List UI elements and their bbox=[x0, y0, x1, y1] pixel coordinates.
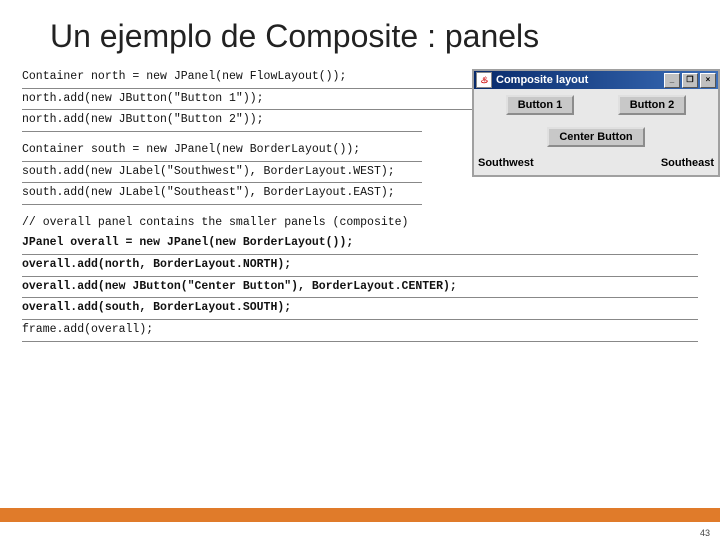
center-button[interactable]: Center Button bbox=[547, 127, 644, 147]
slide-title: Un ejemplo de Composite : panels bbox=[0, 0, 720, 67]
spacer bbox=[22, 205, 698, 213]
swing-window: ♨ Composite layout _ ❐ × Button 1 Button… bbox=[472, 69, 720, 177]
north-panel: Button 1 Button 2 bbox=[474, 89, 718, 121]
window-body: Button 1 Button 2 Center Button Southwes… bbox=[474, 89, 718, 175]
south-panel: Southwest Southeast bbox=[474, 153, 718, 175]
window-title: Composite layout bbox=[496, 74, 588, 86]
code-line: overall.add(south, BorderLayout.SOUTH); bbox=[22, 298, 698, 320]
maximize-icon[interactable]: ❐ bbox=[682, 73, 698, 88]
java-icon: ♨ bbox=[476, 72, 492, 88]
code-line: overall.add(north, BorderLayout.NORTH); bbox=[22, 255, 698, 277]
label-southeast: Southeast bbox=[661, 157, 714, 169]
code-line: south.add(new JLabel("Southeast"), Borde… bbox=[22, 183, 422, 205]
content-area: Container north = new JPanel(new FlowLay… bbox=[0, 67, 720, 342]
slide: Un ejemplo de Composite : panels Contain… bbox=[0, 0, 720, 540]
code-line: north.add(new JButton("Button 2")); bbox=[22, 110, 422, 132]
code-line: frame.add(overall); bbox=[22, 320, 698, 342]
center-panel: Center Button bbox=[474, 121, 718, 153]
button-2[interactable]: Button 2 bbox=[618, 95, 687, 115]
close-icon[interactable]: × bbox=[700, 73, 716, 88]
code-line: south.add(new JLabel("Southwest"), Borde… bbox=[22, 162, 422, 184]
code-line: overall.add(new JButton("Center Button")… bbox=[22, 277, 698, 299]
minimize-icon[interactable]: _ bbox=[664, 73, 680, 88]
code-line-comment: // overall panel contains the smaller pa… bbox=[22, 213, 698, 234]
footer-bar bbox=[0, 508, 720, 522]
label-southwest: Southwest bbox=[478, 157, 534, 169]
code-line: Container south = new JPanel(new BorderL… bbox=[22, 140, 422, 162]
code-line: JPanel overall = new JPanel(new BorderLa… bbox=[22, 233, 698, 255]
button-1[interactable]: Button 1 bbox=[506, 95, 575, 115]
page-number: 43 bbox=[700, 528, 710, 538]
window-titlebar: ♨ Composite layout _ ❐ × bbox=[474, 71, 718, 89]
